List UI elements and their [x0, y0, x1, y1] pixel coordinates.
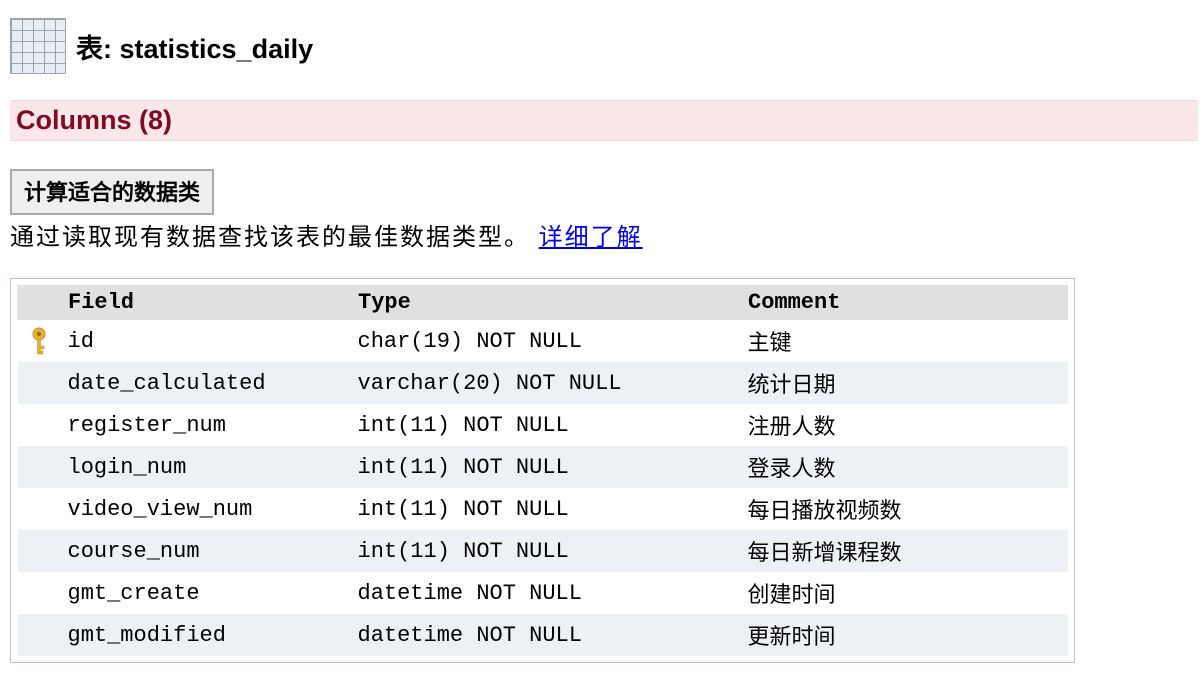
type-cell: int(11) NOT NULL: [350, 446, 740, 488]
type-cell: char(19) NOT NULL: [350, 320, 740, 363]
field-cell: register_num: [60, 404, 350, 446]
table-row: video_view_numint(11) NOT NULL每日播放视频数: [18, 488, 1068, 530]
field-cell: id: [60, 320, 350, 363]
columns-table-header-row: Field Type Comment: [18, 286, 1068, 320]
type-cell: int(11) NOT NULL: [350, 404, 740, 446]
field-cell: gmt_create: [60, 572, 350, 614]
optimize-description-text: 通过读取现有数据查找该表的最佳数据类型。: [10, 224, 539, 251]
field-cell: course_num: [60, 530, 350, 572]
table-icon: [10, 18, 66, 74]
field-cell: gmt_modified: [60, 614, 350, 656]
page-title-row: 表: statistics_daily: [10, 18, 1198, 74]
table-row: gmt_createdatetime NOT NULL创建时间: [18, 572, 1068, 614]
columns-label-prefix: Columns (: [16, 105, 148, 135]
columns-section-header: Columns (8): [10, 100, 1198, 141]
comment-cell: 更新时间: [740, 614, 1068, 656]
learn-more-link[interactable]: 详细了解: [539, 224, 643, 251]
field-cell: date_calculated: [60, 362, 350, 404]
type-cell: datetime NOT NULL: [350, 614, 740, 656]
header-type: Type: [350, 286, 740, 320]
primary-key-cell: [18, 572, 60, 614]
field-cell: login_num: [60, 446, 350, 488]
comment-cell: 登录人数: [740, 446, 1068, 488]
primary-key-cell: [18, 614, 60, 656]
primary-key-cell: [18, 530, 60, 572]
table-row: register_numint(11) NOT NULL注册人数: [18, 404, 1068, 446]
columns-table-container: Field Type Comment idchar(19) NOT NULL主键…: [10, 278, 1075, 663]
optimize-description: 通过读取现有数据查找该表的最佳数据类型。 详细了解: [10, 217, 1198, 252]
comment-cell: 每日新增课程数: [740, 530, 1068, 572]
table-row: gmt_modifieddatetime NOT NULL更新时间: [18, 614, 1068, 656]
header-field: Field: [60, 286, 350, 320]
table-row: course_numint(11) NOT NULL每日新增课程数: [18, 530, 1068, 572]
comment-cell: 主键: [740, 320, 1068, 363]
primary-key-icon: [26, 326, 52, 356]
primary-key-cell: [18, 362, 60, 404]
title-table-name: statistics_daily: [120, 34, 314, 64]
title-prefix: 表:: [76, 34, 120, 64]
comment-cell: 创建时间: [740, 572, 1068, 614]
primary-key-cell: [18, 320, 60, 363]
type-cell: int(11) NOT NULL: [350, 488, 740, 530]
columns-count: 8: [148, 105, 163, 135]
table-row: date_calculatedvarchar(20) NOT NULL统计日期: [18, 362, 1068, 404]
type-cell: datetime NOT NULL: [350, 572, 740, 614]
header-key: [18, 286, 60, 320]
columns-label-suffix: ): [163, 105, 172, 135]
primary-key-cell: [18, 446, 60, 488]
optimize-datatypes-button[interactable]: 计算适合的数据类: [10, 169, 214, 215]
comment-cell: 每日播放视频数: [740, 488, 1068, 530]
comment-cell: 统计日期: [740, 362, 1068, 404]
field-cell: video_view_num: [60, 488, 350, 530]
primary-key-cell: [18, 488, 60, 530]
comment-cell: 注册人数: [740, 404, 1068, 446]
type-cell: varchar(20) NOT NULL: [350, 362, 740, 404]
primary-key-cell: [18, 404, 60, 446]
header-comment: Comment: [740, 286, 1068, 320]
table-row: login_numint(11) NOT NULL登录人数: [18, 446, 1068, 488]
type-cell: int(11) NOT NULL: [350, 530, 740, 572]
columns-table: Field Type Comment idchar(19) NOT NULL主键…: [17, 285, 1068, 656]
table-row: idchar(19) NOT NULL主键: [18, 320, 1068, 363]
page-title: 表: statistics_daily: [76, 27, 313, 66]
